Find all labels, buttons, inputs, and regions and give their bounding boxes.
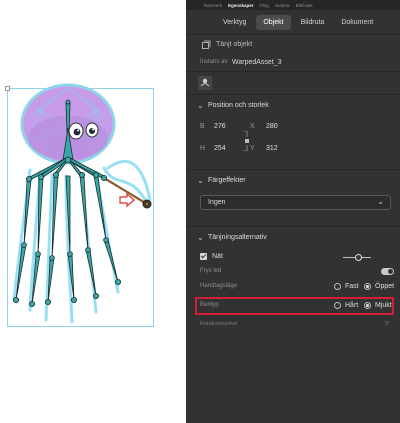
tab-object[interactable]: Objekt xyxy=(256,14,291,30)
bone-hard-radio[interactable] xyxy=(334,302,341,309)
x-value[interactable]: 280 xyxy=(266,123,278,130)
color-effect-select[interactable]: Ingen ⌄ xyxy=(200,195,391,210)
handle-mode-label: Handtagsläge xyxy=(200,283,238,289)
y-value[interactable]: 312 xyxy=(266,145,278,152)
width-value[interactable]: 276 xyxy=(214,123,226,130)
rotation-label: Rotationsvinkel xyxy=(200,321,238,327)
puppet-pin-button[interactable] xyxy=(198,76,212,90)
position-size-header[interactable]: ⌄ Position och storlek xyxy=(186,95,400,117)
handle-mode-row: Handtagsläge Fast Öppet xyxy=(186,279,400,295)
freeze-toggle[interactable] xyxy=(381,268,394,275)
height-value[interactable]: 254 xyxy=(214,145,226,152)
chevron-down-icon: ⌄ xyxy=(197,233,204,242)
handle-open-label: Öppet xyxy=(375,283,395,290)
warp-options-header[interactable]: ⌄ Tänjningsalternativ xyxy=(186,227,400,249)
bone-type-row: Bentyp Hårt Mjukt xyxy=(186,295,400,315)
color-effects-header[interactable]: ⌄ Färgeffekter xyxy=(186,170,400,192)
rotation-value[interactable]: 0° xyxy=(385,321,390,327)
panel-tab-bar: Ramverk Egenskaper Färg Justera Bibliote… xyxy=(186,0,400,10)
tab-tool[interactable]: Verktyg xyxy=(216,15,253,30)
instance-name[interactable]: WarpedAsset_3 xyxy=(232,59,282,66)
pin-tool-row xyxy=(186,72,400,94)
chevron-down-icon: ⌄ xyxy=(197,176,204,185)
color-effect-row: Ingen ⌄ xyxy=(186,192,400,218)
tab-document[interactable]: Dokument xyxy=(334,15,380,30)
tab-library[interactable]: Bibliotek xyxy=(296,3,313,8)
color-effect-value: Ingen xyxy=(208,199,226,206)
bone-type-label: Bentyp xyxy=(200,302,219,308)
canvas-stage[interactable] xyxy=(0,0,186,423)
chevron-down-icon: ⌄ xyxy=(377,197,384,206)
object-type-row: Tänjt objekt xyxy=(186,35,400,55)
jellyfish-artwork[interactable] xyxy=(0,0,186,423)
rotation-row: Rotationsvinkel 0° xyxy=(186,315,400,331)
object-type-label: Tänjt objekt xyxy=(216,41,253,48)
sub-tab-bar: Verktyg Objekt Bildruta Dokument xyxy=(186,10,400,34)
section-title: Position och storlek xyxy=(208,102,269,109)
width-label: B xyxy=(200,123,205,130)
handle-open-radio[interactable] xyxy=(364,283,371,290)
tab-properties[interactable]: Egenskaper xyxy=(228,3,254,8)
height-label: H xyxy=(200,145,206,152)
tab-frames[interactable]: Ramverk xyxy=(204,3,222,8)
tab-color[interactable]: Färg xyxy=(260,3,269,8)
mesh-label: Nät xyxy=(212,253,223,260)
tab-align[interactable]: Justera xyxy=(275,3,290,8)
height-y-row: H 254 Y 312 xyxy=(186,141,400,165)
freeze-row: Frys led xyxy=(186,265,400,279)
warp-object-icon xyxy=(202,40,211,49)
x-label: X xyxy=(250,123,255,130)
width-x-row: B 276 X 280 xyxy=(186,117,400,141)
bone-hard-label: Hårt xyxy=(345,302,359,309)
mesh-row: Nät xyxy=(186,249,400,265)
bone-soft-label: Mjukt xyxy=(375,302,392,309)
y-label: Y xyxy=(250,145,255,152)
mesh-checkbox[interactable] xyxy=(200,253,207,260)
mesh-slider-thumb[interactable] xyxy=(355,254,362,261)
bone-soft-radio[interactable] xyxy=(364,302,371,309)
tab-frame[interactable]: Bildruta xyxy=(294,15,332,30)
section-title: Tänjningsalternativ xyxy=(208,234,267,241)
instance-row: Instans av: WarpedAsset_3 xyxy=(186,55,400,71)
freeze-label: Frys led xyxy=(200,268,222,274)
handle-fixed-label: Fast xyxy=(345,283,359,290)
handle-fixed-radio[interactable] xyxy=(334,283,341,290)
puppet-pin-icon xyxy=(200,78,210,87)
properties-panel: Ramverk Egenskaper Färg Justera Bibliote… xyxy=(186,0,400,423)
chevron-down-icon: ⌄ xyxy=(197,101,204,110)
section-title: Färgeffekter xyxy=(208,177,246,184)
instance-label: Instans av: xyxy=(200,59,230,65)
